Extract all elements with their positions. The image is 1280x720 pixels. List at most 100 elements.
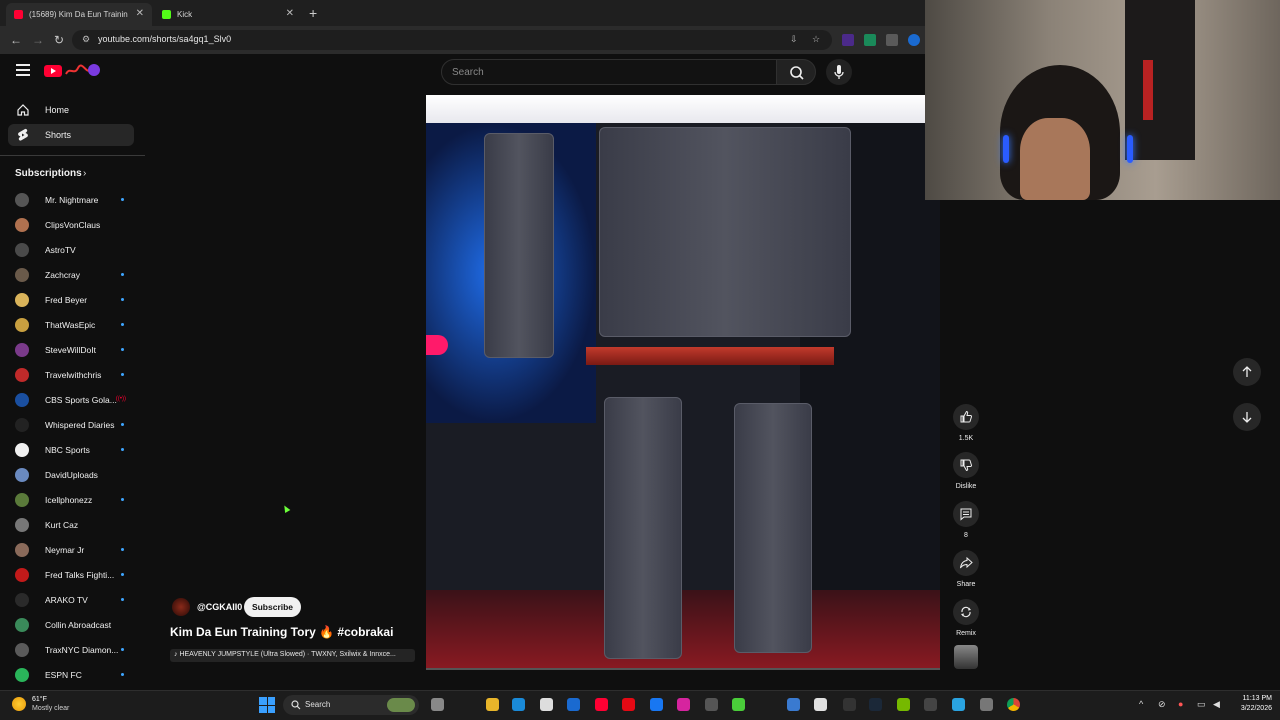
subscription-item[interactable]: SteveWillDoIt <box>15 341 130 359</box>
subscription-item[interactable]: Kurt Caz <box>15 516 130 534</box>
menu-icon[interactable] <box>16 64 30 76</box>
taskbar-search[interactable]: Search <box>283 695 419 715</box>
settings-icon[interactable] <box>980 698 993 711</box>
like-button[interactable] <box>953 404 979 430</box>
spotify-like-icon[interactable] <box>732 698 745 711</box>
ms-store-icon[interactable] <box>540 698 553 711</box>
subscription-item[interactable]: ThatWasEpic <box>15 316 130 334</box>
subscription-item[interactable]: Fred Talks Fighti... <box>15 566 130 584</box>
subscription-item[interactable]: ClipsVonClaus <box>15 216 130 234</box>
install-icon[interactable]: ⇩ <box>790 34 798 45</box>
new-tab-icon[interactable]: + <box>309 5 317 21</box>
back-icon[interactable]: ← <box>10 33 22 47</box>
subscription-item[interactable]: Whispered Diaries <box>15 416 130 434</box>
tray-volume-icon[interactable]: ◀ <box>1213 699 1220 710</box>
windows-start-icon[interactable] <box>259 697 275 713</box>
facebook-icon[interactable] <box>650 698 663 711</box>
clock-time[interactable]: 11:13 PM <box>1228 695 1272 702</box>
channel-handle[interactable]: @CGKAII0 <box>197 602 242 612</box>
files-icon[interactable] <box>486 698 499 711</box>
tray-network-icon[interactable]: ⊘ <box>1158 699 1166 710</box>
short-video-player[interactable] <box>426 95 940 670</box>
subscriptions-heading[interactable]: Subscriptions <box>15 168 82 179</box>
channel-avatar <box>15 643 29 657</box>
dislike-button[interactable] <box>953 452 979 478</box>
subscription-item[interactable]: Zachcray <box>15 266 130 284</box>
remix-button[interactable] <box>953 599 979 625</box>
like-action[interactable]: 1.5K <box>953 404 979 442</box>
chevron-right-icon[interactable]: › <box>83 168 86 179</box>
chrome-icon[interactable] <box>1007 698 1020 711</box>
tray-microphone-icon[interactable]: ● <box>1178 699 1183 709</box>
capcut-icon[interactable] <box>705 698 718 711</box>
epic-icon[interactable] <box>924 698 937 711</box>
tray-display-icon[interactable]: ▭ <box>1197 699 1206 710</box>
subscription-item[interactable]: ARAKO TV <box>15 591 130 609</box>
weather-temperature[interactable]: 61°F <box>32 696 47 703</box>
bookmark-star-icon[interactable]: ☆ <box>812 34 820 45</box>
subscribe-button[interactable]: Subscribe <box>244 597 301 617</box>
netflix-icon[interactable] <box>622 698 635 711</box>
address-bar[interactable]: ⚙ youtube.com/shorts/sa4gq1_Slv0 ⇩ ☆ <box>72 30 832 50</box>
search-button[interactable] <box>776 59 816 85</box>
sidebar-item-shorts[interactable]: Shorts <box>8 124 134 146</box>
subscription-item[interactable]: Fred Beyer <box>15 291 130 309</box>
weather-description[interactable]: Mostly clear <box>32 705 69 712</box>
app-white-icon[interactable] <box>814 698 827 711</box>
sound-thumbnail[interactable] <box>954 645 978 669</box>
channel-avatar[interactable] <box>172 598 190 616</box>
share-button[interactable] <box>953 550 979 576</box>
edge-icon[interactable] <box>512 698 525 711</box>
weather-icon[interactable] <box>12 697 26 711</box>
close-tab-icon[interactable]: ✕ <box>286 8 294 19</box>
steam-icon[interactable] <box>869 698 882 711</box>
sidebar-item-home[interactable]: Home <box>8 99 134 121</box>
subscription-item[interactable]: ESPN FC <box>15 666 130 684</box>
browser-toolbar: ← → ↻ ⚙ youtube.com/shorts/sa4gq1_Slv0 ⇩… <box>0 26 925 54</box>
extension-puzzle-icon[interactable] <box>886 34 898 46</box>
subscription-item[interactable]: CBS Sports Gola... ((•)) <box>15 391 130 409</box>
extension-k-icon[interactable] <box>842 34 854 46</box>
subscription-item[interactable]: TraxNYC Diamon... <box>15 641 130 659</box>
subscription-item[interactable]: Collin Abroadcast <box>15 616 130 634</box>
comments-button[interactable] <box>953 501 979 527</box>
previous-short-button[interactable] <box>1233 358 1261 386</box>
dislike-action[interactable]: Dislike <box>953 452 979 490</box>
tab-youtube[interactable]: (15689) Kim Da Eun Trainin ✕ <box>6 3 152 26</box>
app-blue-icon[interactable] <box>787 698 800 711</box>
video-progress-bar[interactable] <box>426 668 940 670</box>
site-info-icon[interactable]: ⚙ <box>82 34 90 45</box>
youtube-app-icon[interactable] <box>595 698 608 711</box>
extension-shield-icon[interactable] <box>908 34 920 46</box>
subscription-item[interactable]: Neymar Jr <box>15 541 130 559</box>
subscription-item[interactable]: Travelwithchris <box>15 366 130 384</box>
clock-date[interactable]: 3/22/2026 <box>1228 705 1272 712</box>
subscription-item[interactable]: Icellphonezz <box>15 491 130 509</box>
share-action[interactable]: Share <box>953 550 979 588</box>
file-explorer-icon[interactable] <box>431 698 444 711</box>
comments-action[interactable]: 8 <box>953 501 979 539</box>
tray-chevron-up-icon[interactable]: ^ <box>1139 699 1143 709</box>
reload-icon[interactable]: ↻ <box>54 33 64 47</box>
capcut-alt-icon[interactable] <box>843 698 856 711</box>
forward-icon[interactable]: → <box>32 33 44 47</box>
music-credit[interactable]: ♪ HEAVENLY JUMPSTYLE (Ultra Slowed) · TW… <box>170 649 415 662</box>
next-short-button[interactable] <box>1233 403 1261 431</box>
subscription-item[interactable]: DavidUploads <box>15 466 130 484</box>
search-input[interactable]: Search <box>441 59 777 85</box>
close-tab-icon[interactable]: ✕ <box>136 8 144 19</box>
telegram-icon[interactable] <box>952 698 965 711</box>
subscription-item[interactable]: NBC Sports <box>15 441 130 459</box>
subscription-item[interactable]: AstroTV <box>15 241 130 259</box>
instagram-icon[interactable] <box>677 698 690 711</box>
subscription-item[interactable]: Mr. Nightmare <box>15 191 130 209</box>
new-content-dot-icon <box>121 673 124 676</box>
outlook-icon[interactable] <box>567 698 580 711</box>
voice-search-button[interactable] <box>826 59 852 85</box>
tab-kick[interactable]: Kick ✕ <box>154 3 302 26</box>
video-title[interactable]: Kim Da Eun Training Tory 🔥 #cobrakai <box>170 625 393 639</box>
youtube-logo[interactable] <box>44 62 102 80</box>
nvidia-icon[interactable] <box>897 698 910 711</box>
extension-stats-icon[interactable] <box>864 34 876 46</box>
remix-action[interactable]: Remix <box>953 599 979 637</box>
